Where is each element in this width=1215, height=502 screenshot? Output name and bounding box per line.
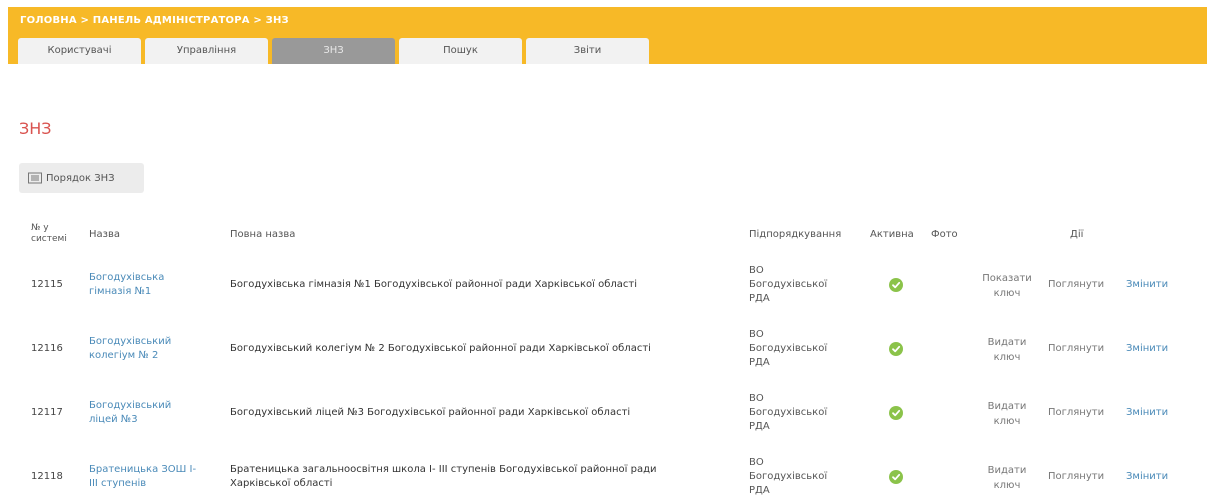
school-subordination-line: РДА [749,485,770,496]
edit-link[interactable]: Змінити [1126,342,1168,356]
school-name-line: колегіум № 2 [89,350,159,361]
school-name-line: ліцей №3 [89,414,138,425]
edit-link[interactable]: Змінити [1126,278,1168,292]
view-link[interactable]: Поглянути [1048,406,1104,420]
key-action-line: Показати [982,273,1032,284]
school-subordination-line: ВО [749,457,764,468]
active-check-icon [889,278,903,292]
school-subordination-line: РДА [749,293,770,304]
column-header-name: Назва [89,229,120,240]
school-subordination-line: Богодухівської [749,471,828,482]
school-full-name-line: Богодухівська гімназія №1 Богодухівської… [230,279,638,290]
edit-link[interactable]: Змінити [1126,470,1168,484]
school-name-link[interactable]: Богодухівський колегіум № 2 [89,335,219,363]
key-action-line: ключ [993,480,1021,491]
school-name-line: Богодухівський [89,336,172,347]
key-action-link[interactable]: Видати ключ [972,335,1042,365]
school-name-line: Богодухівський [89,400,172,411]
school-name-line: Братеницька ЗОШ І- [89,464,197,475]
key-action-link[interactable]: Показати ключ [972,271,1042,301]
sort-list-icon [28,172,42,184]
school-subordination-line: ВО [749,329,764,340]
school-subordination-line: РДА [749,357,770,368]
school-name-link[interactable]: Богодухівський ліцей №3 [89,399,219,427]
breadcrumb[interactable]: ГОЛОВНА > ПАНЕЛЬ АДМІНІСТРАТОРА > ЗНЗ [20,15,289,26]
school-order-button[interactable]: Порядок ЗНЗ [19,163,144,193]
school-subordination-line: Богодухівської [749,407,828,418]
page-title: ЗНЗ [19,119,52,138]
column-header-subordination: Підпорядкування [749,229,842,240]
column-header-photo: Фото [931,229,958,240]
school-subordination-line: РДА [749,421,770,432]
school-subordination: ВО Богодухівської РДА [749,392,859,434]
school-name-link[interactable]: Богодухівська гімназія №1 [89,271,219,299]
school-full-name: Богодухівська гімназія №1 Богодухівської… [230,278,740,292]
view-link[interactable]: Поглянути [1048,278,1104,292]
active-check-icon [889,342,903,356]
school-id: 12116 [31,343,63,354]
view-link[interactable]: Поглянути [1048,342,1104,356]
column-header-active: Активна [870,229,914,240]
school-full-name: Богодухівський колегіум № 2 Богодухівськ… [230,342,740,356]
tab-reports[interactable]: Звіти [526,38,649,64]
school-subordination-line: ВО [749,265,764,276]
school-full-name: Братеницька загальноосвітня школа І- ІІІ… [230,463,740,491]
school-subordination-line: Богодухівської [749,343,828,354]
key-action-line: ключ [993,288,1021,299]
view-link[interactable]: Поглянути [1048,470,1104,484]
tab-users[interactable]: Користувачі [18,38,141,64]
school-subordination: ВО Богодухівської РДА [749,328,859,370]
school-name-line: ІІІ ступенів [89,478,147,489]
key-action-link[interactable]: Видати ключ [972,463,1042,493]
school-name-link[interactable]: Братеницька ЗОШ І- ІІІ ступенів [89,463,219,491]
school-full-name: Богодухівський ліцей №3 Богодухівської р… [230,406,740,420]
top-navigation-bar: ГОЛОВНА > ПАНЕЛЬ АДМІНІСТРАТОРА > ЗНЗ Ко… [8,7,1207,64]
key-action-line: Видати [987,401,1027,412]
school-subordination-line: ВО [749,393,764,404]
school-order-label: Порядок ЗНЗ [46,172,115,184]
school-id: 12118 [31,471,63,482]
key-action-link[interactable]: Видати ключ [972,399,1042,429]
edit-link[interactable]: Змінити [1126,406,1168,420]
active-check-icon [889,470,903,484]
school-full-name-line: Богодухівський ліцей №3 Богодухівської р… [230,407,631,418]
key-action-line: ключ [993,352,1021,363]
active-check-icon [889,406,903,420]
school-full-name-line: Братеницька загальноосвітня школа І- ІІІ… [230,464,657,475]
tab-management[interactable]: Управління [145,38,268,64]
column-header-id: № у системі [31,223,67,244]
school-subordination-line: Богодухівської [749,279,828,290]
school-id: 12115 [31,279,63,290]
column-header-full-name: Повна назва [230,229,296,240]
key-action-line: Видати [987,337,1027,348]
key-action-line: Видати [987,465,1027,476]
school-subordination: ВО Богодухівської РДА [749,264,859,306]
tab-schools[interactable]: ЗНЗ [272,38,395,64]
school-full-name-line: Харківської області [230,478,333,489]
school-name-line: гімназія №1 [89,286,152,297]
school-id: 12117 [31,407,63,418]
tab-search[interactable]: Пошук [399,38,522,64]
key-action-line: ключ [993,416,1021,427]
school-full-name-line: Богодухівський колегіум № 2 Богодухівськ… [230,343,651,354]
school-subordination: ВО Богодухівської РДА [749,456,859,498]
column-header-actions: Дії [1070,229,1084,240]
school-name-line: Богодухівська [89,272,165,283]
